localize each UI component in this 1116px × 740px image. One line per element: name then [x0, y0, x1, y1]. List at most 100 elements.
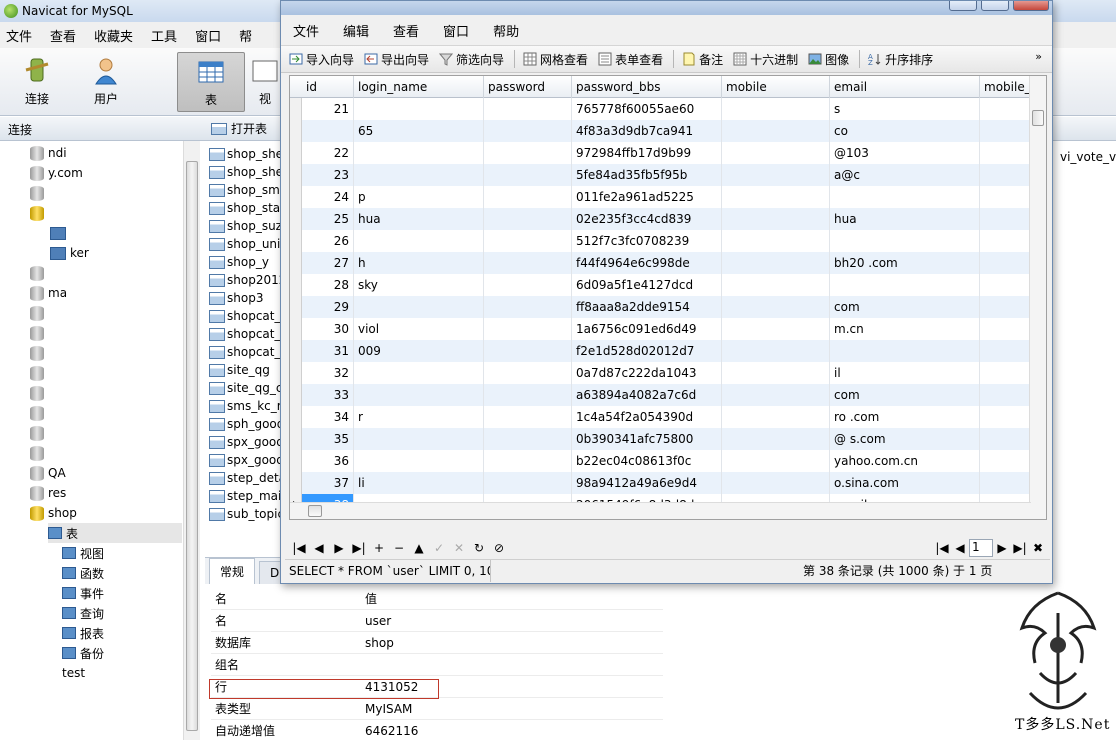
menu-help[interactable]: 帮 [233, 26, 264, 45]
tree-item[interactable]: y.com [30, 163, 83, 183]
add-record-button[interactable]: + [369, 541, 389, 555]
tree-item[interactable] [30, 183, 48, 203]
grid-hscroll-thumb[interactable] [308, 505, 322, 517]
cell-id[interactable]: 33 [302, 384, 354, 406]
cell-password[interactable] [484, 164, 572, 186]
column-header[interactable]: id [302, 76, 354, 98]
table-row[interactable]: 34 r 1c4a54f2a054390d ro .com [290, 406, 1046, 428]
tree-scrollbar[interactable] [183, 141, 200, 740]
prev-record-button[interactable]: ◀ [309, 541, 329, 555]
table-row[interactable]: 25 hua 02e235f3cc4cd839 hua [290, 208, 1046, 230]
object-list-item[interactable]: shop_star [209, 199, 285, 217]
menu-file[interactable]: 文件 [0, 26, 44, 45]
cell-password[interactable] [484, 318, 572, 340]
column-header[interactable]: password_bbs [572, 76, 722, 98]
cell-login-name[interactable]: viol [354, 318, 484, 340]
table-row[interactable]: 24 p 011fe2a961ad5225 [290, 186, 1046, 208]
cell-mobile[interactable] [722, 208, 830, 230]
cell-mobile[interactable] [722, 164, 830, 186]
cell-password[interactable] [484, 230, 572, 252]
tree-child-item[interactable]: 函数 [62, 563, 104, 583]
cell-password[interactable] [484, 252, 572, 274]
cell-password-bbs[interactable]: 6d09a5f1e4127dcd [572, 274, 722, 296]
tree-item[interactable] [30, 303, 48, 323]
tree-item[interactable] [30, 423, 48, 443]
tree-item[interactable] [50, 223, 70, 243]
cell-mobile[interactable] [722, 428, 830, 450]
cell-email[interactable]: o.sina.com [830, 472, 980, 494]
tree-item[interactable] [30, 263, 48, 283]
refresh-button[interactable]: ↻ [469, 541, 489, 555]
cell-mobile[interactable] [722, 98, 830, 120]
column-header[interactable]: login_name [354, 76, 484, 98]
cell-id[interactable] [302, 120, 354, 142]
cell-password[interactable] [484, 472, 572, 494]
apply-button[interactable]: ✓ [429, 541, 449, 555]
object-list-item[interactable]: shop_she [209, 145, 283, 163]
cell-id[interactable]: 34 [302, 406, 354, 428]
cell-login-name[interactable]: r [354, 406, 484, 428]
cell-email[interactable]: ro .com [830, 406, 980, 428]
tree-child-item[interactable]: 视图 [62, 543, 104, 563]
table-row[interactable]: 65 4f83a3d9db7ca941 co [290, 120, 1046, 142]
object-list-item[interactable]: shop_suz [209, 217, 282, 235]
prev-page-button[interactable]: ◀ [951, 541, 969, 555]
image-button[interactable]: 图像 [808, 51, 849, 68]
form-view-button[interactable]: 表单查看 [598, 51, 663, 68]
cell-email[interactable]: s [830, 98, 980, 120]
cell-email[interactable]: @103 [830, 142, 980, 164]
cell-login-name[interactable] [354, 450, 484, 472]
menu-favorites[interactable]: 收藏夹 [88, 26, 145, 45]
object-list-item[interactable]: sph_good [209, 415, 284, 433]
cell-mobile[interactable] [722, 186, 830, 208]
grid-view-button[interactable]: 网格查看 [523, 51, 588, 68]
tw-menu-help[interactable]: 帮助 [481, 21, 531, 40]
object-list-item[interactable]: step_mair [209, 487, 286, 505]
cell-password-bbs[interactable]: 512f7c3fc0708239 [572, 230, 722, 252]
cell-login-name[interactable]: 65 [354, 120, 484, 142]
cell-email[interactable] [830, 340, 980, 362]
table-row[interactable]: 31 009 f2e1d528d02012d7 [290, 340, 1046, 362]
user-button[interactable]: 用户 [75, 52, 137, 112]
tree-child-item[interactable]: 表 [48, 523, 182, 543]
cell-login-name[interactable] [354, 362, 484, 384]
table-row[interactable]: 32 0a7d87c222da1043 il [290, 362, 1046, 384]
cell-email[interactable]: il [830, 362, 980, 384]
object-list-item[interactable]: sms_kc_re [209, 397, 289, 415]
cell-password-bbs[interactable]: 0b390341afc75800 [572, 428, 722, 450]
cell-id[interactable]: 32 [302, 362, 354, 384]
object-list-item[interactable]: shop_she [209, 163, 283, 181]
cell-password[interactable] [484, 296, 572, 318]
tree-item[interactable] [30, 403, 48, 423]
stop-button[interactable]: ⊘ [489, 541, 509, 555]
cell-login-name[interactable] [354, 428, 484, 450]
cell-password-bbs[interactable]: 98a9412a49a6e9d4 [572, 472, 722, 494]
cancel-button[interactable]: ✕ [449, 541, 469, 555]
last-page-button[interactable]: ▶| [1011, 541, 1029, 555]
object-list-item[interactable]: shopcat_ [209, 343, 280, 361]
table-row[interactable]: 22 972984ffb17d9b99 @103 [290, 142, 1046, 164]
object-list-item[interactable]: shop2012 [209, 271, 286, 289]
filter-wizard-button[interactable]: 筛选向导 [439, 51, 504, 68]
connection-button[interactable]: 连接 [6, 52, 68, 112]
cell-email[interactable]: yahoo.com.cn [830, 450, 980, 472]
cell-mobile[interactable] [722, 340, 830, 362]
cell-email[interactable]: com [830, 296, 980, 318]
cell-mobile[interactable] [722, 450, 830, 472]
cell-id[interactable]: 23 [302, 164, 354, 186]
delete-record-button[interactable]: − [389, 541, 409, 555]
cell-mobile[interactable] [722, 406, 830, 428]
cell-password-bbs[interactable]: 1c4a54f2a054390d [572, 406, 722, 428]
tree-item[interactable]: test [62, 663, 85, 683]
cell-mobile[interactable] [722, 296, 830, 318]
toolbar-overflow-icon[interactable]: » [1035, 50, 1042, 63]
grid-vertical-scrollbar[interactable] [1029, 76, 1046, 519]
edit-record-button[interactable]: ▲ [409, 541, 429, 555]
object-list-item[interactable]: sub_topic [209, 505, 284, 523]
cell-password[interactable] [484, 362, 572, 384]
cell-password[interactable] [484, 142, 572, 164]
cell-password-bbs[interactable]: a63894a4082a7c6d [572, 384, 722, 406]
maximize-button[interactable] [981, 1, 1009, 11]
cell-login-name[interactable]: sky [354, 274, 484, 296]
cell-login-name[interactable] [354, 230, 484, 252]
